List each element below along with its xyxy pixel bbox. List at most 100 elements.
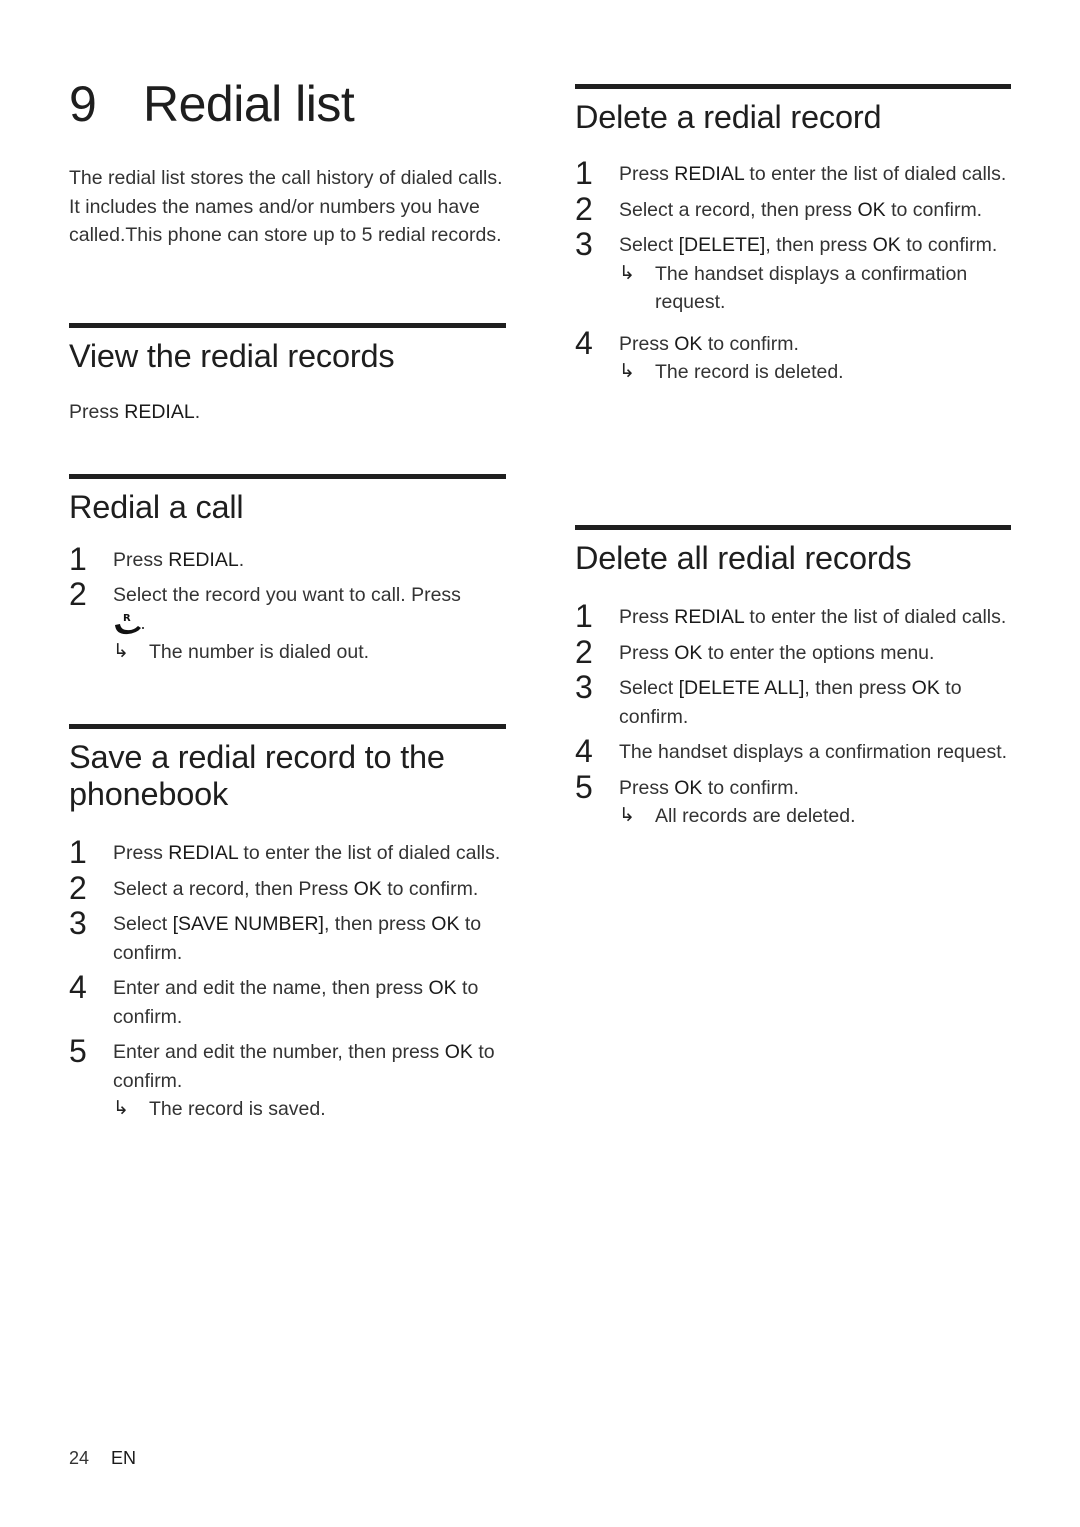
text: to enter the list of dialed calls.: [743, 163, 1007, 185]
text: , then press: [323, 913, 432, 935]
redial-phone-icon: R: [113, 611, 145, 637]
key-label: REDIAL: [674, 163, 744, 185]
step-item: 3 Select [DELETE ALL], then press OK to …: [575, 669, 1011, 731]
result-text: All records are deleted.: [655, 805, 856, 827]
section-heading: Delete a redial record: [575, 99, 882, 135]
section-divider: [69, 724, 506, 729]
key-label: OK: [674, 641, 703, 664]
language-code: EN: [111, 1448, 137, 1468]
result-arrow-icon: ↳: [113, 640, 129, 662]
step-item: 1 Press REDIAL to enter the list of dial…: [575, 598, 1011, 634]
step-item: 4 Enter and edit the name, then press OK…: [69, 969, 506, 1031]
text: Enter and edit the name, then press: [113, 977, 429, 999]
step-item: 5 Press OK to confirm. ↳ All records are…: [575, 769, 1011, 831]
step-item: 2 Select a record, then Press OK to conf…: [69, 870, 506, 906]
step-number: 2: [69, 575, 87, 612]
step-number: 3: [69, 905, 87, 941]
step-number: 2: [575, 190, 593, 227]
text: Press: [619, 641, 675, 664]
key-label: REDIAL: [124, 401, 195, 423]
key-label: OK: [872, 234, 901, 256]
step-number: 4: [575, 324, 593, 361]
text: .: [238, 549, 245, 571]
step-item: 4 The handset displays a confirmation re…: [575, 733, 1011, 769]
steps-list: 1 Press REDIAL to enter the list of dial…: [575, 155, 1011, 387]
key-label: OK: [353, 877, 382, 900]
step-number: 1: [575, 598, 593, 634]
text: Enter and edit the number, then press: [113, 1041, 445, 1063]
section-divider: [69, 323, 506, 328]
key-label: [SAVE NUMBER]: [172, 913, 324, 935]
text: Select: [619, 677, 679, 699]
key-label: OK: [431, 913, 460, 935]
step-number: 1: [575, 155, 593, 191]
text: to enter the list of dialed calls.: [237, 842, 501, 864]
text: to confirm.: [900, 234, 998, 256]
text: to confirm.: [702, 776, 799, 799]
text: Press: [619, 776, 675, 799]
step-number: 1: [69, 834, 87, 870]
text: to confirm.: [381, 877, 479, 900]
step-number: 1: [69, 541, 87, 577]
text: Press: [113, 842, 169, 864]
section-delete-record: Delete a redial record 1 Press REDIAL to…: [575, 84, 1011, 387]
result-text: The handset displays a confirmation requ…: [655, 262, 968, 314]
text: to enter the options menu.: [702, 641, 935, 664]
step-result: ↳ The record is deleted.: [619, 358, 1011, 387]
section-delete-all: Delete all redial records 1 Press REDIAL…: [575, 525, 1011, 831]
section-divider: [69, 474, 506, 479]
step-item: 2 Press OK to enter the options menu.: [575, 634, 1011, 670]
key-label: OK: [428, 977, 457, 999]
text: Press: [619, 606, 675, 628]
step-item: 5 Enter and edit the number, then press …: [69, 1033, 506, 1124]
step-number: 2: [69, 869, 87, 906]
key-label: [DELETE ALL]: [678, 677, 805, 699]
text: Press: [619, 332, 675, 355]
key-label: REDIAL: [674, 606, 744, 628]
step-item: 1 Press REDIAL.: [69, 541, 506, 577]
text: to enter the list of dialed calls.: [743, 606, 1007, 628]
section-heading: Save a redial record to the phonebook: [69, 739, 445, 812]
result-arrow-icon: ↳: [619, 262, 635, 284]
text: Select the record you want to call. Pres…: [113, 583, 461, 606]
steps-list: 1 Press REDIAL to enter the list of dial…: [69, 834, 506, 1124]
step-item: 1 Press REDIAL to enter the list of dial…: [69, 834, 506, 870]
text: to confirm.: [702, 332, 799, 355]
step-number: 4: [575, 733, 593, 769]
text: Press: [619, 163, 675, 185]
result-text: The number is dialed out.: [149, 640, 370, 663]
text: , then press: [804, 677, 912, 699]
text: Select: [619, 234, 679, 256]
step-item: 4 Press OK to confirm. ↳ The record is d…: [575, 325, 1011, 387]
intro-paragraph: The redial list stores the call history …: [69, 167, 503, 246]
result-text: The record is deleted.: [655, 361, 844, 383]
section-redial-call: Redial a call 1 Press REDIAL. 2 Select t…: [69, 474, 506, 666]
text: Press: [69, 401, 125, 423]
step-number: 2: [575, 633, 593, 670]
svg-text:R: R: [123, 613, 131, 624]
steps-list: 1 Press REDIAL to enter the list of dial…: [575, 598, 1011, 831]
section-divider: [575, 525, 1011, 530]
step-result: ↳ All records are deleted.: [619, 802, 1011, 831]
section-heading: View the redial records: [69, 338, 395, 374]
step-number: 5: [575, 768, 593, 805]
key-label: OK: [857, 198, 886, 221]
text: Press: [113, 549, 169, 571]
step-item: 3 Select [DELETE], then press OK to conf…: [575, 226, 1011, 317]
text: Select: [113, 913, 173, 935]
text: Select a record, then Press: [113, 877, 354, 900]
step-number: 3: [575, 226, 593, 262]
result-arrow-icon: ↳: [619, 805, 635, 826]
result-text: The record is saved.: [149, 1098, 326, 1120]
chapter-title: 9 Redial list: [69, 74, 355, 134]
step-item: 3 Select [SAVE NUMBER], then press OK to…: [69, 905, 506, 967]
page-footer: 24 EN: [69, 1448, 136, 1469]
text: .: [194, 401, 201, 423]
step-item: 1 Press REDIAL to enter the list of dial…: [575, 155, 1011, 191]
section-heading: Redial a call: [69, 489, 244, 525]
key-label: OK: [674, 332, 703, 355]
step-number: 4: [69, 969, 87, 1005]
step-result: ↳ The handset displays a confirmation re…: [619, 260, 1011, 317]
section-divider: [575, 84, 1011, 89]
result-arrow-icon: ↳: [619, 361, 635, 382]
